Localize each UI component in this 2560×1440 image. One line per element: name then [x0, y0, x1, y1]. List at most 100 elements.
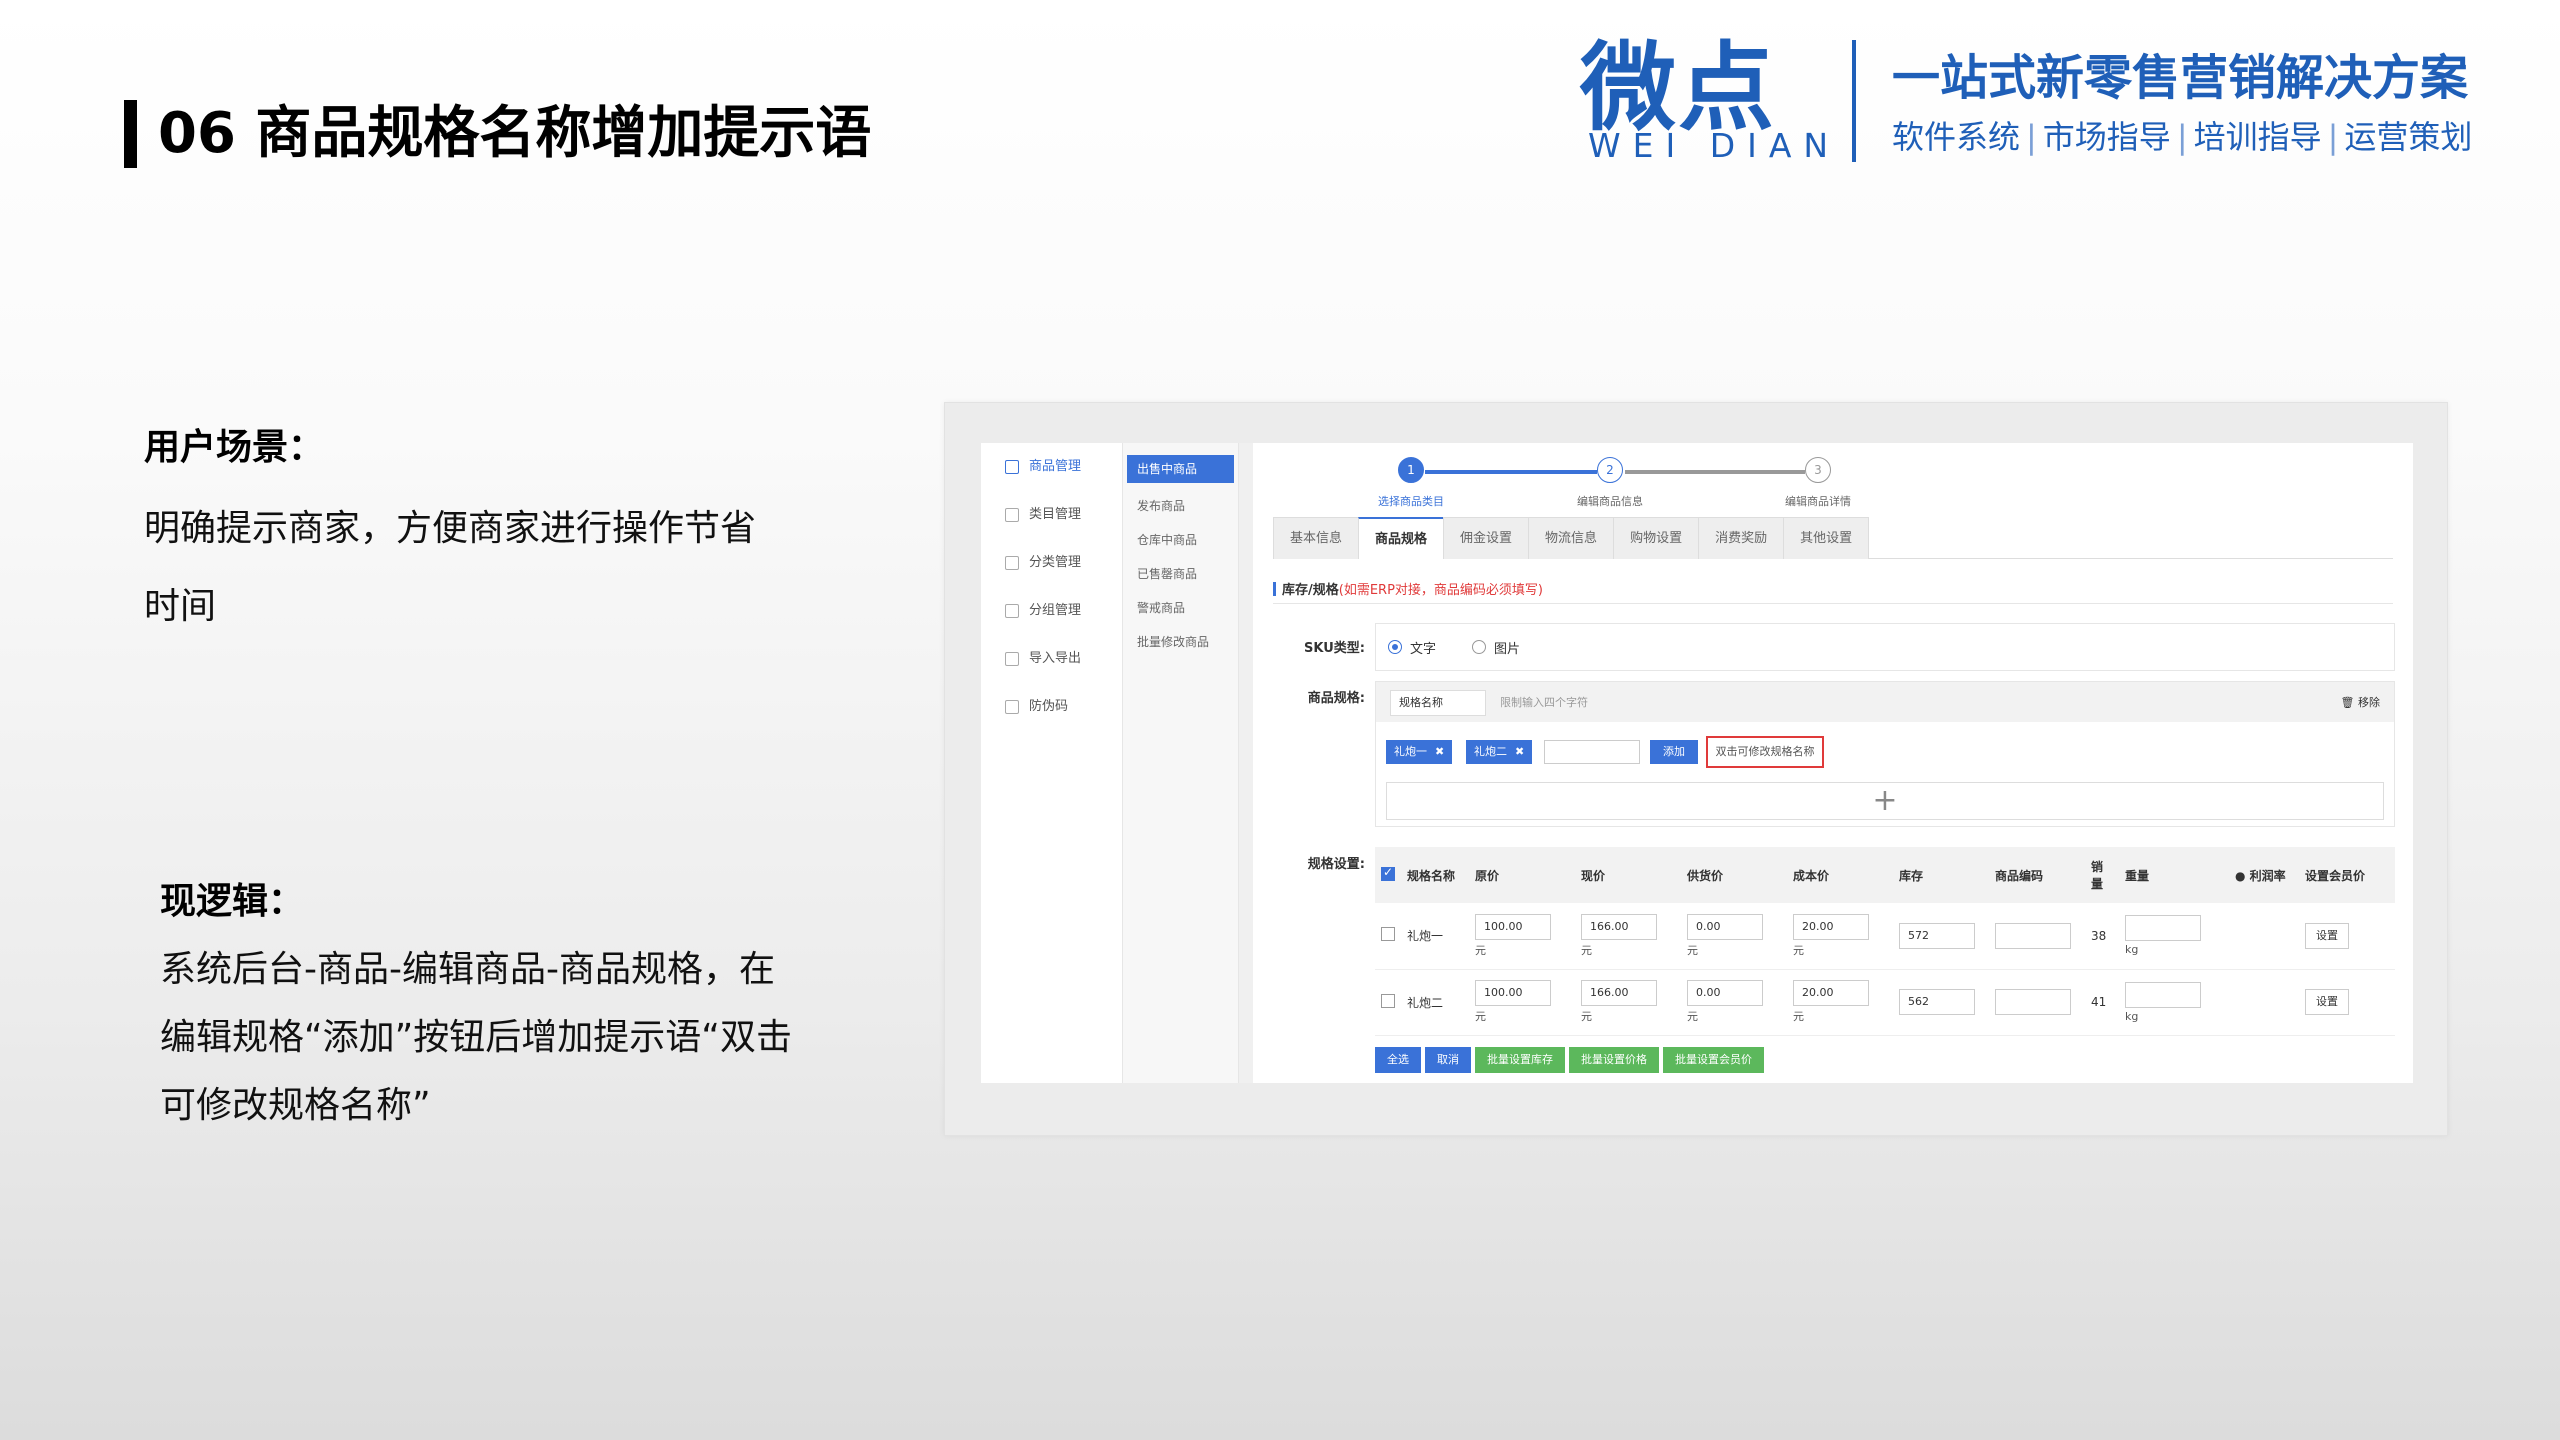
row-checkbox[interactable] [1381, 993, 1395, 1008]
spec-remove-button[interactable]: 🗑 移除 [2341, 694, 2380, 710]
step-2-label: 编辑商品信息 [1577, 495, 1643, 508]
info-icon: ● [2235, 868, 2246, 883]
add-spec-button[interactable]: 添加 [1650, 740, 1698, 764]
spec-name-input[interactable]: 规格名称 [1390, 690, 1486, 716]
progress-steps: 1 2 3 选择商品类目 编辑商品信息 编辑商品详情 [1253, 451, 2413, 511]
step-line-1 [1425, 470, 1597, 474]
erp-warning: (如需ERP对接，商品编码必须填写) [1338, 583, 1543, 598]
batch-member-price-button[interactable]: 批量设置会员价 [1663, 1047, 1764, 1073]
batch-stock-button[interactable]: 批量设置库存 [1475, 1047, 1565, 1073]
folder-icon [1005, 604, 1019, 618]
spec-limit-hint: 限制输入四个字符 [1500, 696, 1588, 709]
add-spec-group-button[interactable]: + [1386, 782, 2384, 820]
title-accent-bar [124, 100, 137, 168]
tab-product-spec[interactable]: 商品规格 [1358, 517, 1445, 559]
logic-body: 系统后台-商品-编辑商品-商品规格，在编辑规格“添加”按钮后增加提示语“双击可修… [160, 949, 792, 1126]
shield-icon [1005, 700, 1019, 714]
tab-logistics[interactable]: 物流信息 [1528, 517, 1615, 559]
tab-other[interactable]: 其他设置 [1783, 517, 1870, 559]
row-checkbox[interactable] [1381, 927, 1395, 942]
close-icon[interactable]: ✖ [1435, 745, 1444, 758]
price-unit: 元 [1793, 1010, 1804, 1023]
spec-tag[interactable]: 礼炮二 ✖ [1466, 740, 1533, 764]
set-member-price-button[interactable]: 设置 [2305, 922, 2349, 949]
section-accent [1273, 582, 1276, 596]
secondary-sidebar: 出售中商品 发布商品 仓库中商品 已售罄商品 警戒商品 批量修改商品 [1123, 443, 1239, 1083]
supply-price-input[interactable]: 0.00 [1687, 913, 1763, 940]
tab-commission[interactable]: 佣金设置 [1443, 517, 1530, 559]
product-code-input[interactable] [1995, 922, 2071, 949]
spec-settings-table: 规格名称 原价 现价 供货价 成本价 库存 商品编码 销量 重量 ● 利润率 设… [1375, 847, 2395, 1036]
service-software: 软件系统 [1892, 118, 2021, 156]
nav-publish-product[interactable]: 发布商品 [1123, 489, 1238, 523]
weight-input[interactable] [2125, 981, 2201, 1008]
nav-sold-out[interactable]: 已售罄商品 [1123, 557, 1238, 591]
product-code-input[interactable] [1995, 989, 2071, 1015]
col-current-price: 现价 [1575, 847, 1681, 903]
supply-price-input[interactable]: 0.00 [1687, 980, 1763, 1006]
nav-on-sale[interactable]: 出售中商品 [1127, 455, 1234, 483]
weight-unit: kg [2125, 943, 2139, 957]
current-price-input[interactable]: 166.00 [1581, 913, 1657, 940]
cost-price-input[interactable]: 20.00 [1793, 913, 1869, 940]
row-profit-rate [2229, 903, 2299, 970]
nav-classification-management[interactable]: 分类管理 [981, 539, 1122, 587]
col-original-price: 原价 [1469, 847, 1575, 903]
price-unit: 元 [1687, 943, 1698, 957]
stock-input[interactable]: 572 [1899, 922, 1975, 949]
col-sales: 销量 [2085, 847, 2119, 903]
section-heading: 库存/规格(如需ERP对接，商品编码必须填写) [1273, 579, 1543, 598]
sku-type-group: 文字 图片 [1375, 623, 2395, 671]
current-price-input[interactable]: 166.00 [1581, 980, 1657, 1006]
stock-input[interactable]: 562 [1899, 989, 1975, 1015]
weight-input[interactable] [2125, 915, 2201, 942]
cancel-button[interactable]: 取消 [1425, 1047, 1471, 1073]
row-sales: 41 [2085, 969, 2119, 1036]
col-profit-rate: ● 利润率 [2229, 847, 2299, 903]
batch-price-button[interactable]: 批量设置价格 [1569, 1047, 1659, 1073]
weight-unit: kg [2125, 1009, 2139, 1023]
nav-in-warehouse[interactable]: 仓库中商品 [1123, 523, 1238, 557]
cost-price-input[interactable]: 20.00 [1793, 980, 1869, 1006]
select-all-button[interactable]: 全选 [1375, 1047, 1421, 1073]
sku-option-image: 图片 [1494, 641, 1521, 657]
nav-category-management[interactable]: 类目管理 [981, 491, 1122, 539]
nav-batch-edit[interactable]: 批量修改商品 [1123, 625, 1238, 659]
nav-group-management[interactable]: 分组管理 [981, 587, 1122, 635]
table-row: 礼炮二 100.00 元 166.00 元 0.00 元 20.00 元 562 41 … [1375, 969, 2395, 1036]
col-member-price: 设置会员价 [2299, 847, 2395, 903]
col-supply-price: 供货价 [1681, 847, 1787, 903]
select-all-checkbox[interactable] [1381, 865, 1395, 881]
price-unit: 元 [1581, 1010, 1592, 1023]
nav-import-export[interactable]: 导入导出 [981, 635, 1122, 683]
logo-slogan: 一站式新零售营销解决方案 [1892, 50, 2469, 106]
list-icon [1005, 556, 1019, 570]
close-icon[interactable]: ✖ [1515, 745, 1524, 758]
nav-alert-products[interactable]: 警戒商品 [1123, 591, 1238, 625]
logic-heading: 现逻辑： [160, 881, 305, 922]
product-spec-label: 商品规格: [1307, 691, 1365, 706]
batch-action-bar: 全选 取消 批量设置库存 批量设置价格 批量设置会员价 [1375, 1047, 1764, 1073]
col-stock: 库存 [1893, 847, 1989, 903]
sku-option-text: 文字 [1410, 641, 1437, 657]
original-price-input[interactable]: 100.00 [1475, 980, 1551, 1006]
list-icon [1005, 508, 1019, 522]
step-3-label: 编辑商品详情 [1785, 495, 1851, 508]
spec-editor: 规格名称 限制输入四个字符 🗑 移除 礼炮一 ✖ 礼炮二 ✖ 添加 双击可修改规格名… [1375, 681, 2395, 827]
tab-basic-info[interactable]: 基本信息 [1273, 517, 1360, 559]
new-spec-input[interactable] [1544, 740, 1640, 764]
sku-radio-image[interactable] [1472, 640, 1487, 654]
price-unit: 元 [1475, 1010, 1486, 1023]
sku-radio-text[interactable] [1388, 640, 1402, 654]
price-unit: 元 [1687, 1010, 1698, 1023]
set-member-price-button[interactable]: 设置 [2305, 989, 2349, 1015]
logo-subtitle: WEI DIAN [1588, 126, 1841, 165]
scene-heading: 用户场景： [144, 427, 325, 468]
tab-shopping[interactable]: 购物设置 [1613, 517, 1700, 559]
spec-tag[interactable]: 礼炮一 ✖ [1386, 740, 1453, 764]
tab-rewards[interactable]: 消费奖励 [1698, 517, 1785, 559]
nav-anti-counterfeit[interactable]: 防伪码 [981, 683, 1122, 731]
main-content: 1 2 3 选择商品类目 编辑商品信息 编辑商品详情 基本信息 商品规格 佣金设… [1253, 443, 2413, 1083]
nav-product-management[interactable]: 商品管理 [981, 443, 1122, 491]
original-price-input[interactable]: 100.00 [1475, 913, 1551, 940]
